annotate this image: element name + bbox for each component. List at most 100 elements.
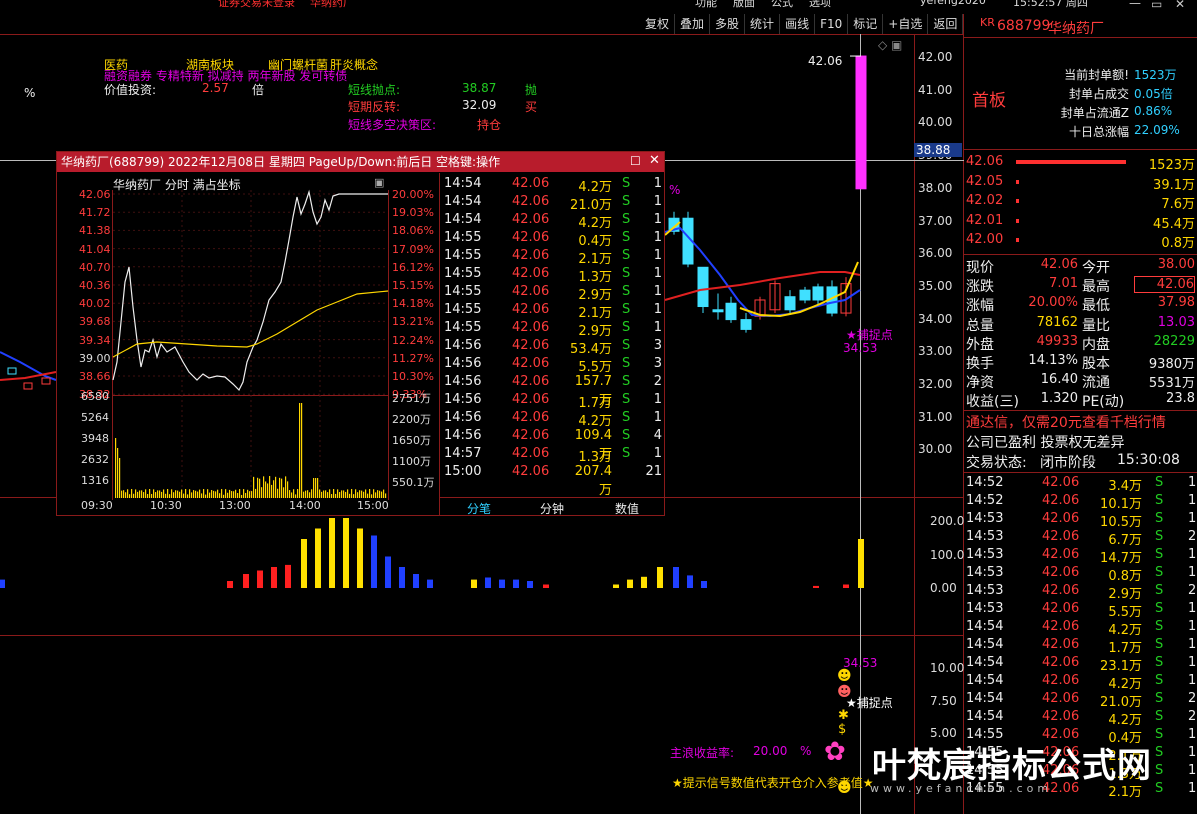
popup-volume-bar [173,492,175,498]
right-panel: KR 688799 华纳药厂 首板 !当前封单额 1523万 封单占成交 0.05倍封… [964,14,1197,814]
popup-tick-side: S [622,230,631,245]
value-unit: 倍 [252,83,265,97]
popup-vol-tick-right: 2751万 [392,392,431,405]
tab-trades[interactable]: 分笔 [467,500,491,517]
popup-volume-bar [295,494,297,498]
popup-volume-bar [327,492,329,498]
popup-tick-row[interactable]: 14:54 42.06 4.2万 S 1 [442,176,662,195]
popup-tick-row[interactable]: 14:54 42.06 21.0万 S 1 [442,194,662,213]
tick-time: 14:52 [966,493,1004,508]
popup-volume-bar [183,493,185,498]
quote-value: 9380万 [1148,357,1195,372]
popup-volume-bar [239,489,241,498]
tick-side: S [1155,565,1164,580]
intraday-popup[interactable]: 华纳药厂(688799) 2022年12月08日 星期四 PageUp/Down… [56,151,665,516]
popup-tick-price: 42.06 [512,212,550,227]
popup-volume-bar [351,489,353,498]
popup-volume-bar [353,494,355,498]
quote-label: 总量 [966,317,994,334]
popup-volume-bar [265,481,267,498]
popup-volume-bar [315,478,317,498]
popup-tick-row[interactable]: 14:55 42.06 2.9万 S 1 [442,320,662,339]
minimize-icon[interactable]: — [1129,0,1141,10]
popup-tick-time: 14:54 [444,176,482,191]
popup-volume-bar [177,490,179,498]
volume-bar [371,535,377,588]
popup-tick-row[interactable]: 14:55 42.06 2.9万 S 1 [442,284,662,303]
popup-tick-row[interactable]: 15:00 42.06 207.4万 21 [442,464,662,498]
short-sell-value: 38.87 [462,81,497,95]
quote-label: PE(动) [1082,394,1125,411]
popup-tick-row[interactable]: 14:55 42.06 0.4万 S 1 [442,230,662,249]
tick-volume: 10.5万 [1100,515,1142,530]
popup-volume-bar [319,489,321,498]
axis-top-icons[interactable]: ◇ ▣ [878,38,902,52]
popup-volume-bar [227,492,229,498]
popup-tick-count: 3 [653,338,662,353]
limit-up-candle [855,55,867,190]
popup-volume-bar [175,490,177,498]
popup-volume-bar [321,491,323,498]
tick-count: 1 [1188,781,1197,796]
popup-tick-side: S [622,320,631,335]
tick-count: 1 [1188,601,1197,616]
volume-bar [627,579,633,588]
quote-label: 现价 [966,260,994,276]
popup-tick-row[interactable]: 14:56 42.06 1.7万 S 1 [442,392,662,411]
popup-volume-bar [275,476,277,498]
stock-name[interactable]: 华纳药厂 [1048,18,1104,38]
popup-pct-tick: 17.09% [392,242,434,256]
popup-tick-row[interactable]: 14:56 42.06 53.4万 S 3 [442,338,662,357]
popup-vol-tick-right: 2200万 [392,413,431,426]
popup-tick-price: 42.06 [512,356,550,371]
quote-label: 收益(三) [966,394,1019,411]
tick-count: 1 [1188,619,1197,634]
quote-value: 42.06 [1040,257,1078,272]
stock-code[interactable]: 688799 [997,18,1050,34]
tick-volume: 14.7万 [1100,551,1142,566]
popup-volume-bar [301,403,303,498]
popup-volume-bar [277,488,279,498]
tick-side: S [1155,583,1164,598]
quote-label: 涨幅 [966,298,994,315]
popup-volume-bar [143,492,145,498]
popup-tick-row[interactable]: 14:57 42.06 1.3万 S 1 [442,446,662,465]
ad-text[interactable]: 通达信，仅需20元查看千档行情 [966,412,1166,432]
volume-bar [385,556,391,588]
quote-value: 49933 [1036,333,1078,349]
tab-minutes[interactable]: 分钟 [540,500,564,517]
quote-value: 14.13% [1028,353,1078,368]
quote-value: 13.03 [1157,314,1195,330]
popup-tick-row[interactable]: 14:56 42.06 157.7万 S 2 [442,374,662,408]
popup-tick-volume: 1.7万 [578,396,612,411]
tick-volume: 1.7万 [1108,641,1142,656]
volume-bar [413,574,419,588]
candle-body [740,319,752,330]
popup-tick-row[interactable]: 14:56 42.06 4.2万 S 1 [442,410,662,429]
close-icon[interactable]: ✕ [1175,0,1185,11]
popup-tick-row[interactable]: 14:55 42.06 2.1万 S 1 [442,302,662,321]
popup-volume-bar [311,489,313,498]
popup-tick-price: 42.06 [512,428,550,443]
popup-vol-tick: 3948 [81,432,109,445]
quote-value: 1.320 [1040,391,1078,407]
tick-price: 42.06 [1042,565,1080,580]
maximize-icon[interactable]: ▭ [1151,0,1162,11]
popup-tick-row[interactable]: 14:56 42.06 109.4万 S 4 [442,428,662,462]
popup-volume-bar [189,489,191,498]
popup-price-tick: 40.36 [79,279,111,292]
lotus-icon: ✿ [824,737,846,767]
popup-volume-bar [145,489,147,498]
popup-tick-row[interactable]: 14:55 42.06 2.1万 S 1 [442,248,662,267]
tick-volume: 4.2万 [1108,713,1142,728]
quote-label: 最高 [1082,279,1110,296]
popup-tick-row[interactable]: 14:54 42.06 4.2万 S 1 [442,212,662,231]
popup-volume-bar [341,490,343,498]
popup-tick-row[interactable]: 14:56 42.06 5.5万 S 3 [442,356,662,375]
popup-volume-bar [371,494,373,498]
popup-tick-row[interactable]: 14:55 42.06 1.3万 S 1 [442,266,662,285]
popup-volume-bar [247,489,249,498]
popup-volume-bar [215,491,217,498]
tick-volume: 6.7万 [1108,533,1142,548]
tab-values[interactable]: 数值 [615,500,639,517]
